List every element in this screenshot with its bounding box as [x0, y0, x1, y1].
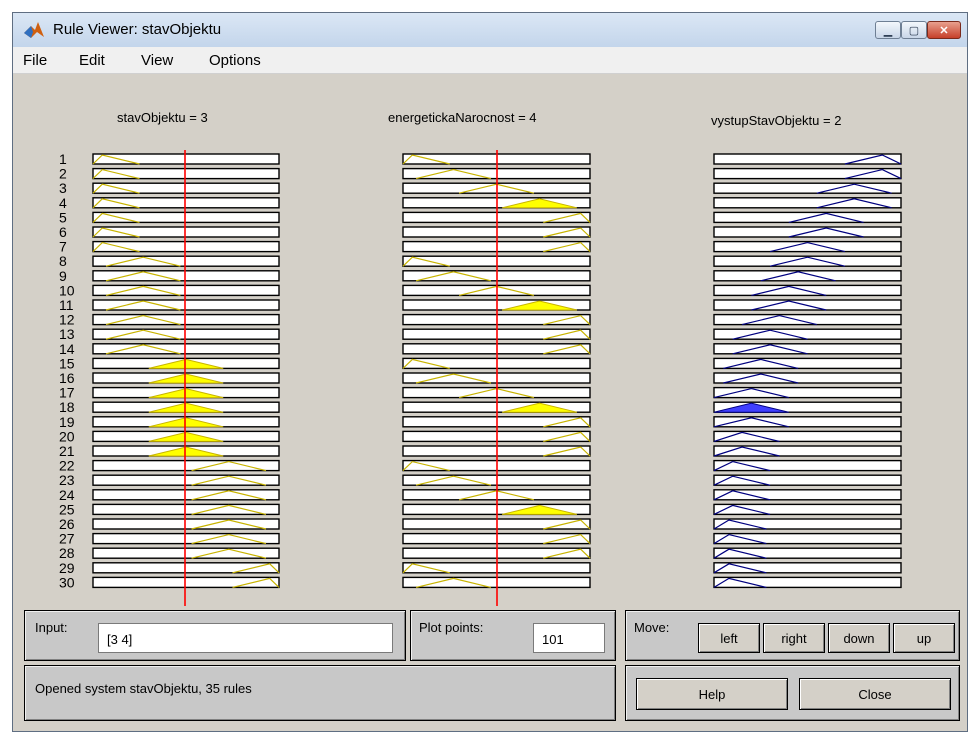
rule-number: 30 — [59, 574, 75, 590]
rule-number: 17 — [59, 385, 75, 401]
rule-box — [713, 416, 902, 428]
rule-box — [92, 532, 280, 545]
move-left-button[interactable]: left — [698, 623, 760, 653]
rule-number: 16 — [59, 370, 75, 386]
rule-box — [713, 328, 902, 340]
rule-number: 9 — [59, 268, 67, 284]
rule-box — [92, 270, 280, 282]
rule-number: 12 — [59, 312, 75, 328]
rule-box — [713, 489, 902, 501]
plot-points-field[interactable]: 101 — [533, 623, 605, 653]
rule-box — [92, 343, 280, 355]
rule-number: 28 — [59, 545, 75, 561]
rule-box — [92, 299, 280, 311]
rule-number: 18 — [59, 399, 75, 415]
rule-box — [713, 532, 902, 545]
rule-box — [713, 562, 902, 574]
rule-box — [713, 167, 902, 180]
rule-box — [713, 343, 902, 355]
input-field[interactable]: [3 4] — [98, 623, 393, 653]
rule-box — [92, 255, 280, 267]
rule-number: 29 — [59, 560, 75, 576]
input-panel: Input: [3 4] — [24, 610, 406, 661]
input-label: Input: — [35, 620, 68, 635]
rule-box — [92, 518, 280, 530]
close-button[interactable]: Close — [799, 678, 951, 710]
rule-box — [713, 386, 902, 399]
rule-box — [713, 518, 902, 530]
rule-box — [713, 153, 902, 165]
rule-number: 24 — [59, 487, 75, 503]
rule-number: 25 — [59, 501, 75, 517]
rule-box — [92, 503, 280, 516]
rule-box — [92, 474, 280, 486]
rule-number: 3 — [59, 180, 67, 196]
rule-box — [713, 503, 902, 516]
rule-box — [713, 474, 902, 486]
action-panel: Help Close — [625, 665, 960, 721]
rule-plots: 1234567891011121314151617181920212223242… — [59, 150, 902, 606]
rule-box — [92, 459, 280, 472]
rule-box — [713, 313, 902, 326]
rule-number: 21 — [59, 443, 75, 459]
plot-points-panel: Plot points: 101 — [410, 610, 616, 661]
help-button[interactable]: Help — [636, 678, 788, 710]
rule-number: 14 — [59, 341, 75, 357]
rule-number: 13 — [59, 326, 75, 342]
rule-number: 22 — [59, 458, 75, 474]
move-down-button[interactable]: down — [828, 623, 890, 653]
status-text: Opened system stavObjektu, 35 rules — [35, 681, 252, 696]
rule-box — [92, 328, 280, 340]
status-panel: Opened system stavObjektu, 35 rules — [24, 665, 616, 721]
rule-number: 5 — [59, 209, 67, 225]
move-label: Move: — [634, 620, 670, 635]
rule-number: 7 — [59, 239, 67, 255]
rule-box — [92, 284, 280, 297]
rule-number: 11 — [59, 297, 74, 313]
rule-number: 6 — [59, 224, 67, 240]
rule-box — [713, 547, 902, 559]
move-right-button[interactable]: right — [763, 623, 825, 653]
rule-box — [92, 547, 280, 559]
rule-number: 8 — [59, 253, 67, 269]
rule-number: 1 — [59, 151, 67, 167]
rule-number: 20 — [59, 428, 75, 444]
rule-number: 15 — [59, 355, 75, 371]
rule-box — [713, 459, 902, 472]
move-up-button[interactable]: up — [893, 623, 955, 653]
plot-points-label: Plot points: — [419, 620, 484, 635]
rule-number: 26 — [59, 516, 75, 532]
rule-number: 27 — [59, 531, 75, 547]
rule-number: 19 — [59, 414, 75, 430]
rule-box — [713, 576, 902, 589]
rule-box — [92, 313, 280, 326]
rule-box — [92, 489, 280, 501]
move-panel: Move: left right down up — [625, 610, 960, 661]
rule-number: 10 — [59, 282, 75, 298]
rule-box — [713, 270, 902, 282]
rule-number: 2 — [59, 166, 67, 182]
rule-number: 4 — [59, 195, 67, 211]
rule-number: 23 — [59, 472, 75, 488]
